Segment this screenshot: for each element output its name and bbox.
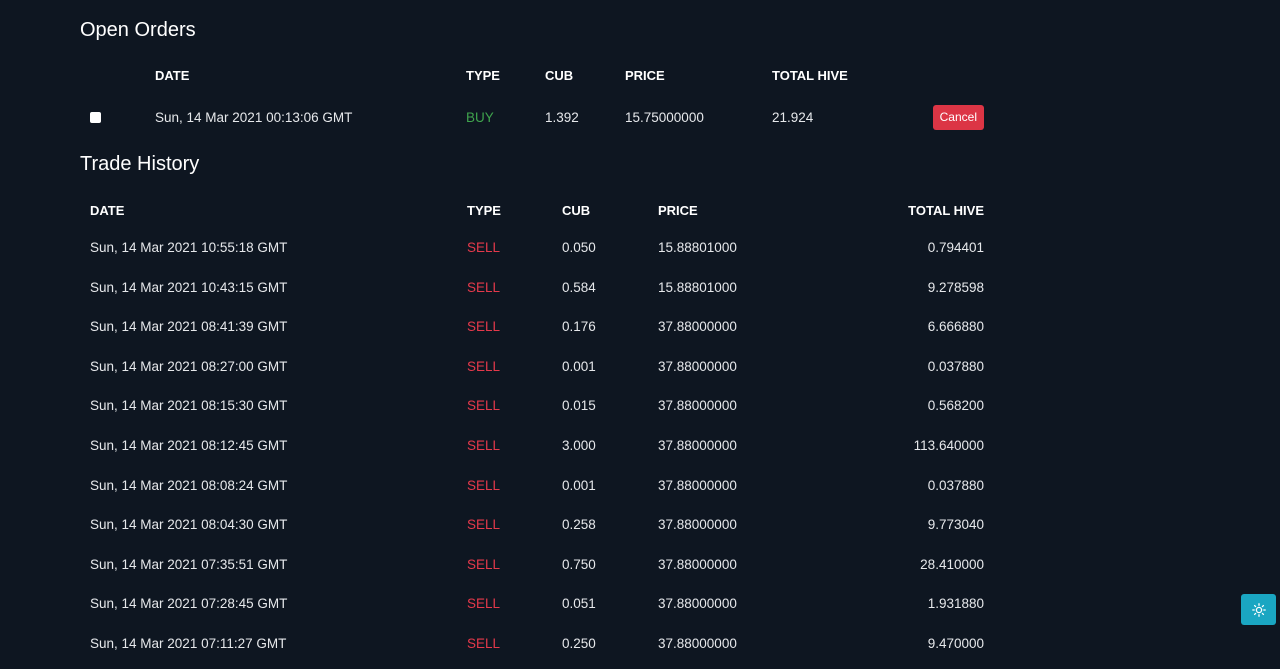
trade-cub: 0.258 [562, 517, 596, 533]
open-orders-title: Open Orders [80, 19, 196, 41]
trade-history-header-row: DATE TYPE CUB PRICE TOTAL HIVE [80, 192, 984, 228]
trade-date: Sun, 14 Mar 2021 10:43:15 GMT [90, 279, 288, 295]
trade-type: SELL [467, 438, 501, 453]
trade-row: Sun, 14 Mar 2021 07:28:45 GMT SELL 0.051 37… [80, 584, 984, 624]
trade-total-hive: 0.568200 [927, 398, 984, 414]
trade-total-hive: 0.037880 [927, 358, 984, 374]
trade-row: Sun, 14 Mar 2021 07:11:27 GMT SELL 0.250 37… [80, 623, 984, 663]
order-select-checkbox[interactable] [90, 112, 101, 124]
trade-price: 37.88000000 [658, 358, 737, 374]
trade-row: Sun, 14 Mar 2021 08:27:00 GMT SELL 0.001 37… [80, 347, 984, 387]
open-order-row: Sun, 14 Mar 2021 00:13:06 GMT BUY 1.392 … [80, 90, 1000, 144]
total-hive-column-header[interactable]: TOTAL HIVE [798, 192, 984, 228]
trade-date: Sun, 14 Mar 2021 07:28:45 GMT [90, 596, 288, 612]
open-orders-header-row: DATE TYPE CUB PRICE TOTAL HIVE [80, 60, 1000, 90]
trade-type: SELL [467, 635, 501, 651]
trade-date: Sun, 14 Mar 2021 07:11:27 GMT [90, 635, 287, 651]
trade-total-hive: 28.410000 [920, 556, 984, 572]
order-total-hive: 21.924 [772, 109, 814, 125]
trade-date: Sun, 14 Mar 2021 08:12:45 GMT [90, 438, 288, 453]
trade-date: Sun, 14 Mar 2021 08:08:24 GMT [90, 477, 288, 493]
trade-cub: 0.050 [562, 240, 596, 256]
trade-history-title: Trade History [80, 153, 200, 175]
cub-column-header[interactable]: CUB [562, 192, 658, 228]
theme-toggle-button[interactable] [1241, 594, 1276, 625]
trade-total-hive: 9.773040 [927, 517, 984, 533]
sun-icon [1251, 602, 1266, 617]
trade-total-hive: 9.470000 [927, 635, 984, 651]
trade-row: Sun, 14 Mar 2021 08:04:30 GMT SELL 0.258 37… [80, 505, 984, 545]
trade-date: Sun, 14 Mar 2021 08:41:39 GMT [90, 319, 288, 335]
trade-type: SELL [467, 556, 501, 572]
trade-total-hive: 6.666880 [927, 319, 984, 335]
trade-row: Sun, 14 Mar 2021 08:41:39 GMT SELL 0.176 37… [80, 307, 984, 347]
trade-total-hive: 113.640000 [913, 438, 984, 453]
trade-type: SELL [467, 279, 501, 295]
trade-total-hive: 9.278598 [927, 279, 984, 295]
trade-type: SELL [467, 477, 501, 493]
trade-row: Sun, 14 Mar 2021 07:35:51 GMT SELL 0.750 37… [80, 544, 984, 584]
trade-row: Sun, 14 Mar 2021 08:12:45 GMT SELL 3.000 37… [80, 426, 984, 466]
action-column-header [892, 60, 1000, 90]
trade-cub: 0.001 [562, 358, 596, 374]
trade-price: 15.88801000 [658, 279, 737, 295]
trade-total-hive: 0.037880 [927, 477, 984, 493]
trade-date: Sun, 14 Mar 2021 08:04:30 GMT [90, 517, 288, 533]
trade-date: Sun, 14 Mar 2021 10:55:18 GMT [90, 240, 288, 256]
trade-type: SELL [467, 398, 501, 414]
trade-price: 37.88000000 [658, 556, 737, 572]
select-column-header [80, 60, 155, 90]
page: Open Orders DATE TYPE CUB PRICE TOTAL HI… [0, 0, 1280, 669]
type-column-header[interactable]: TYPE [466, 60, 545, 90]
order-type: BUY [466, 109, 494, 125]
trade-price: 37.88000000 [658, 398, 737, 414]
order-action-cell: Cancel [892, 90, 1000, 144]
trade-history-table: DATE TYPE CUB PRICE TOTAL HIVE Sun, 14 M… [80, 192, 984, 663]
trade-cub: 0.051 [562, 596, 596, 612]
price-column-header[interactable]: PRICE [658, 192, 798, 228]
trade-cub: 0.176 [562, 319, 596, 335]
trade-cub: 0.584 [562, 279, 596, 295]
trade-type: SELL [467, 517, 501, 533]
trade-cub: 0.015 [562, 398, 596, 414]
trade-row: Sun, 14 Mar 2021 10:43:15 GMT SELL 0.584 15… [80, 268, 984, 308]
trade-cub: 0.250 [562, 635, 596, 651]
trade-type: SELL [467, 358, 501, 374]
trade-date: Sun, 14 Mar 2021 08:15:30 GMT [90, 398, 288, 414]
type-column-header[interactable]: TYPE [467, 192, 562, 228]
trade-row: Sun, 14 Mar 2021 10:55:18 GMT SELL 0.050 15… [80, 228, 984, 268]
trade-total-hive: 0.794401 [927, 240, 984, 256]
trade-total-hive: 1.931880 [927, 596, 984, 612]
order-date: Sun, 14 Mar 2021 00:13:06 GMT [155, 109, 353, 125]
date-column-header[interactable]: DATE [80, 192, 467, 228]
select-cell [80, 90, 155, 144]
trade-price: 37.88000000 [658, 635, 737, 651]
trade-row: Sun, 14 Mar 2021 08:08:24 GMT SELL 0.001 37… [80, 465, 984, 505]
date-column-header[interactable]: DATE [155, 60, 466, 90]
trade-price: 37.88000000 [658, 438, 737, 453]
trade-cub: 0.750 [562, 556, 596, 572]
cub-column-header[interactable]: CUB [545, 60, 625, 90]
cancel-order-button[interactable]: Cancel [932, 104, 984, 130]
trade-type: SELL [467, 319, 501, 335]
trade-date: Sun, 14 Mar 2021 07:35:51 GMT [90, 556, 288, 572]
trade-type: SELL [467, 596, 501, 612]
trade-price: 37.88000000 [658, 477, 737, 493]
trade-row: Sun, 14 Mar 2021 08:15:30 GMT SELL 0.015 37… [80, 386, 984, 426]
trade-cub: 3.000 [562, 438, 596, 453]
trade-price: 15.88801000 [658, 240, 737, 256]
trade-price: 37.88000000 [658, 596, 737, 612]
order-cub: 1.392 [545, 109, 579, 125]
trade-cub: 0.001 [562, 477, 596, 493]
total-hive-column-header[interactable]: TOTAL HIVE [772, 60, 892, 90]
order-price: 15.75000000 [625, 109, 704, 125]
trade-price: 37.88000000 [658, 517, 737, 533]
price-column-header[interactable]: PRICE [625, 60, 772, 90]
trade-date: Sun, 14 Mar 2021 08:27:00 GMT [90, 358, 288, 374]
trade-type: SELL [467, 240, 501, 256]
trade-price: 37.88000000 [658, 319, 737, 335]
open-orders-table: DATE TYPE CUB PRICE TOTAL HIVE Sun, 14 M… [80, 60, 1000, 144]
